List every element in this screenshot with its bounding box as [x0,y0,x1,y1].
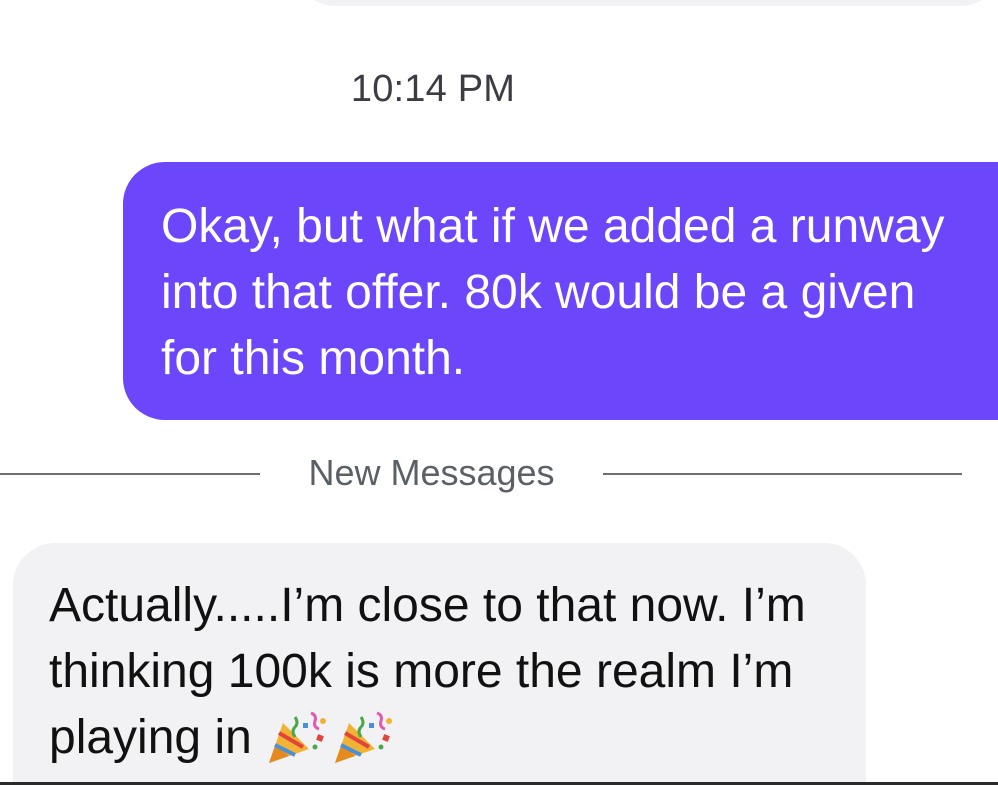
previous-message-bubble[interactable] [298,0,998,6]
party-popper-icon [265,709,331,767]
divider-line-right [603,473,962,475]
chat-thread: 10:14 PM Okay, but what if we added a ru… [0,0,998,785]
incoming-message-text: Actually.....I’m close to that now. I’m … [49,579,806,764]
outgoing-message-bubble[interactable]: Okay, but what if we added a runway into… [123,162,998,420]
party-popper-icon [331,709,397,767]
divider-line-left [0,473,260,475]
new-messages-divider: New Messages [0,448,962,498]
new-messages-label: New Messages [308,452,555,493]
incoming-message-bubble[interactable]: Actually.....I’m close to that now. I’m … [13,543,866,785]
outgoing-message-text: Okay, but what if we added a runway into… [161,200,945,385]
message-timestamp: 10:14 PM [350,68,516,110]
